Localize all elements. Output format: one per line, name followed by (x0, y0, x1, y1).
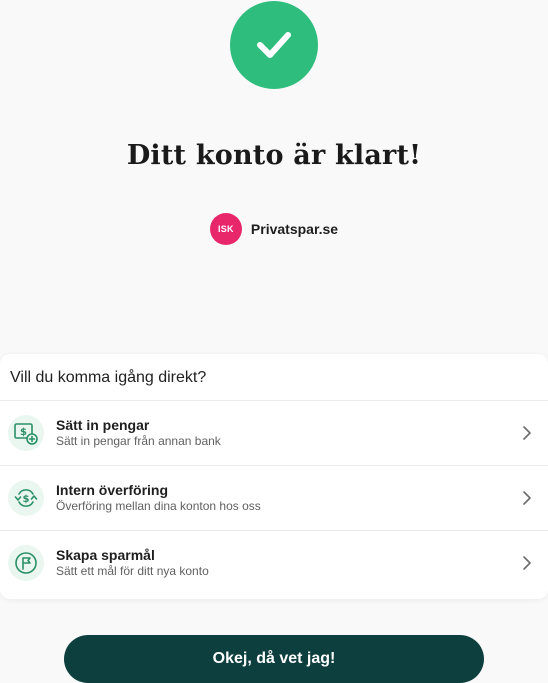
chevron-right-icon (523, 426, 531, 440)
transfer-subtitle: Överföring mellan dina konton hos oss (56, 499, 261, 513)
transfer-icon: $ (8, 480, 44, 516)
savings-goal-title: Skapa sparmål (56, 547, 155, 563)
success-check-icon (230, 1, 318, 89)
svg-text:$: $ (20, 427, 27, 438)
deposit-icon: $ (8, 415, 44, 451)
deposit-money-item[interactable]: $ Sätt in pengar Sätt in pengar från ann… (0, 400, 548, 464)
goal-flag-icon (8, 545, 44, 581)
confirm-button[interactable]: Okej, då vet jag! (64, 635, 484, 683)
deposit-subtitle: Sätt in pengar från annan bank (56, 434, 221, 448)
chevron-right-icon (523, 491, 531, 505)
get-started-card: Vill du komma igång direkt? $ Sätt in pe… (0, 354, 548, 599)
card-heading: Vill du komma igång direkt? (10, 369, 207, 386)
create-savings-goal-item[interactable]: Skapa sparmål Sätt ett mål för ditt nya … (0, 530, 548, 594)
chevron-right-icon (523, 556, 531, 570)
checkmark-icon (257, 32, 291, 58)
isk-badge: ISK (209, 213, 242, 245)
savings-goal-subtitle: Sätt ett mål för ditt nya konto (56, 564, 209, 578)
page-title: Ditt konto är klart! (126, 140, 422, 171)
account-name: Privatspar.se (250, 221, 339, 237)
internal-transfer-item[interactable]: $ Intern överföring Överföring mellan di… (0, 465, 548, 529)
svg-text:$: $ (23, 494, 30, 505)
deposit-title: Sätt in pengar (56, 417, 150, 433)
transfer-title: Intern överföring (56, 482, 169, 498)
account-summary: ISK Privatspar.se (0, 213, 548, 245)
